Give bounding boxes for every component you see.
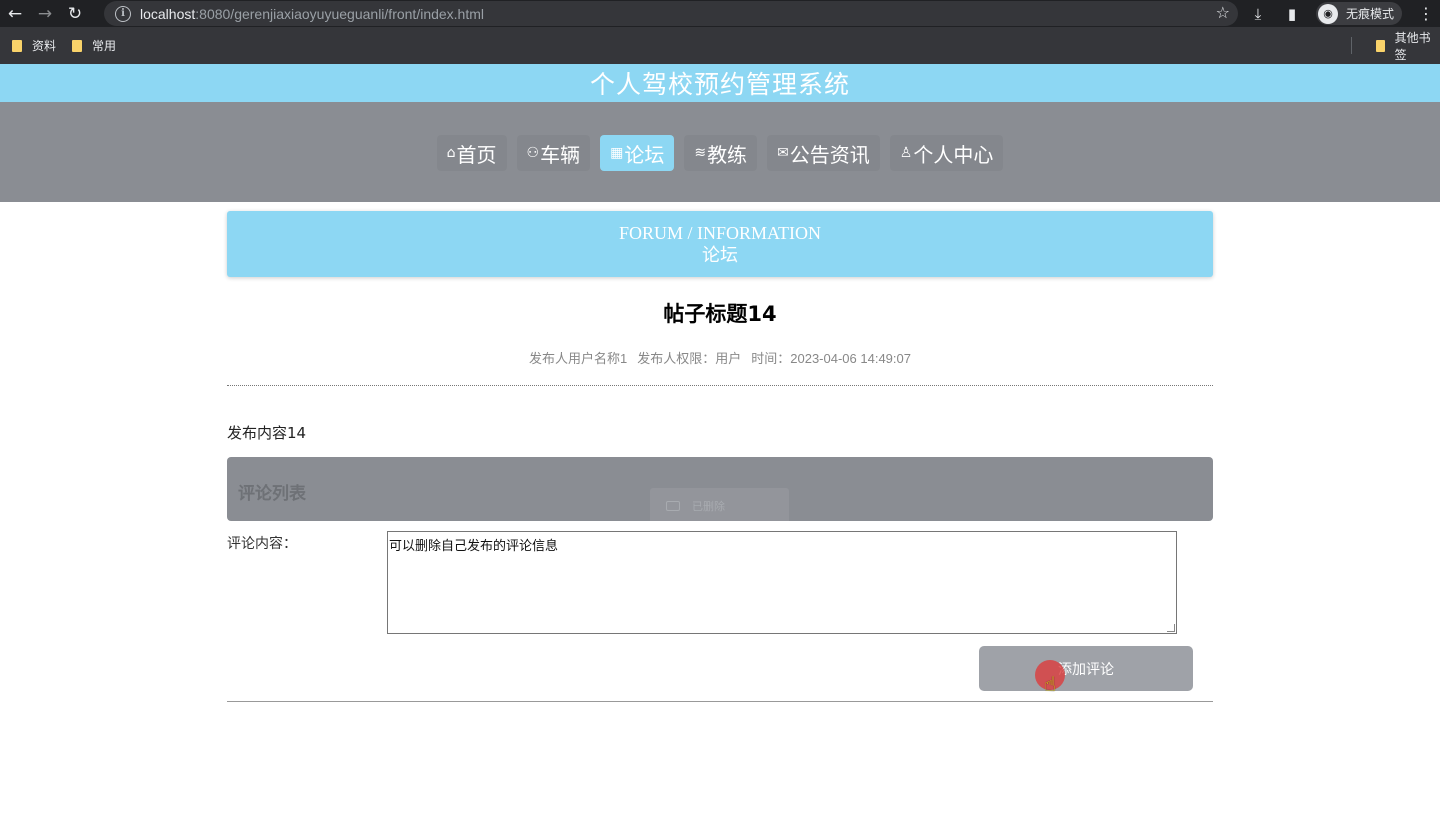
resize-handle-icon[interactable] [1167,624,1175,632]
url-path: :8080/gerenjiaxiaoyuyueguanli/front/inde… [195,5,485,22]
folder-icon [1376,39,1385,52]
post-time: 时间：2023-04-06 14:49:07 [751,351,911,366]
other-bookmarks-label: 其他书签 [1394,30,1431,62]
banner-title-en: FORUM / INFORMATION [618,223,822,243]
folder-icon [12,39,22,52]
toast-message: 已删除 [650,488,789,524]
nav-item-home[interactable]: ⌂ 首页 [436,135,507,171]
nav-item-vehicles[interactable]: ⚇ 车辆 [516,135,591,171]
bookmark-folder-ziliao[interactable]: 资料 [12,37,56,54]
nav-label: 个人中心 [913,142,994,167]
url-host: localhost [140,5,196,22]
site-header: 个人驾校预约管理系统 [0,64,1440,102]
add-comment-button[interactable]: 添加评论 [979,646,1193,691]
bookmark-folder-changyong[interactable]: 常用 [72,37,116,54]
reload-icon[interactable]: ↻ [60,0,90,27]
post-author: 发布人用户名称1 [529,351,628,366]
banner-title-cn: 论坛 [702,245,738,265]
hand-cursor-icon: ☝ [1044,672,1057,696]
post-title: 帖子标题14 [663,302,777,326]
bookmarks-bar: 资料 常用 其他书签 [0,27,1440,64]
comment-textarea-value: 可以删除自己发布的评论信息 [389,539,559,554]
side-panel-icon[interactable]: ▮ [1282,5,1302,23]
toast-icon [666,501,680,511]
comment-textarea[interactable]: 可以删除自己发布的评论信息 [387,531,1177,634]
url-text[interactable]: localhost:8080/gerenjiaxiaoyuyueguanli/f… [140,6,484,22]
nav-item-news[interactable]: ✉ 公告资讯 [767,135,880,171]
nav-label: 教练 [707,142,748,167]
main-nav: ⌂ 首页 ⚇ 车辆 ▦ 论坛 ≋ 教练 ✉ 公告资讯 ♙ 个人中心 [0,102,1440,202]
nav-label: 车辆 [540,142,581,167]
bookmark-label: 常用 [92,39,117,53]
site-info-icon[interactable]: i [115,5,131,22]
divider [227,385,1213,386]
nav-label: 首页 [456,142,497,167]
post-content: 发布内容14 [227,424,307,442]
home-icon: ⌂ [446,145,456,161]
section-banner: FORUM / INFORMATION 论坛 [227,211,1213,277]
books-icon: ≋ [694,145,707,161]
bookmarks-divider [1351,37,1352,54]
mail-icon: ✉ [777,145,789,161]
nav-item-forum[interactable]: ▦ 论坛 [600,135,675,171]
user-icon: ♙ [899,145,913,161]
browser-menu-icon[interactable]: ⋮ [1418,4,1434,23]
incognito-icon: ◉ [1318,3,1338,24]
divider [227,701,1213,702]
site-title: 个人驾校预约管理系统 [589,70,850,99]
download-icon[interactable]: ⤓ [1248,5,1268,23]
vehicle-icon: ⚇ [526,145,540,161]
comment-list-title: 评论列表 [238,484,306,504]
toast-text: 已删除 [692,500,725,513]
bookmark-label: 资料 [32,39,57,53]
nav-label: 公告资讯 [789,142,870,167]
post-meta: 发布人用户名称1 发布人权限：用户 时间：2023-04-06 14:49:07 [227,348,1213,367]
post-role: 发布人权限：用户 [637,351,742,366]
nav-label: 论坛 [624,142,665,167]
nav-item-profile[interactable]: ♙ 个人中心 [889,135,1004,171]
address-bar[interactable]: i localhost:8080/gerenjiaxiaoyuyueguanli… [104,1,1238,26]
nav-item-coaches[interactable]: ≋ 教练 [684,135,758,171]
browser-toolbar: ← → ↻ i localhost:8080/gerenjiaxiaoyuyue… [0,0,1440,27]
bookmark-star-icon[interactable]: ☆ [1216,3,1230,22]
comment-content-label: 评论内容： [227,536,297,552]
folder-icon [72,39,83,52]
forum-icon: ▦ [610,145,624,161]
incognito-badge[interactable]: ◉ 无痕模式 [1316,2,1403,25]
incognito-label: 无痕模式 [1346,7,1395,21]
other-bookmarks[interactable]: 其他书签 [1376,27,1436,64]
comment-list-header: 评论列表 已删除 [227,457,1213,524]
forward-icon[interactable]: → [30,0,60,27]
back-icon[interactable]: ← [0,0,30,27]
